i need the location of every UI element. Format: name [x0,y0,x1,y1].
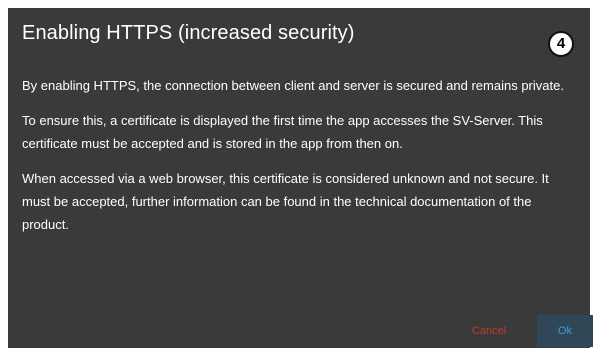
paragraph-https-description: By enabling HTTPS, the connection betwee… [22,78,564,93]
paragraph-certificate-app: To ensure this, a certificate is display… [22,113,543,151]
dialog-title: Enabling HTTPS (increased security) [22,22,355,44]
https-dialog: Enabling HTTPS (increased security) 4 By… [8,8,593,348]
step-number-badge: 4 [548,31,574,57]
ok-button[interactable]: Ok [537,315,593,347]
cancel-button[interactable]: Cancel [466,320,512,342]
dialog-body: By enabling HTTPS, the connection betwee… [22,74,570,248]
paragraph-certificate-browser: When accessed via a web browser, this ce… [22,171,549,232]
